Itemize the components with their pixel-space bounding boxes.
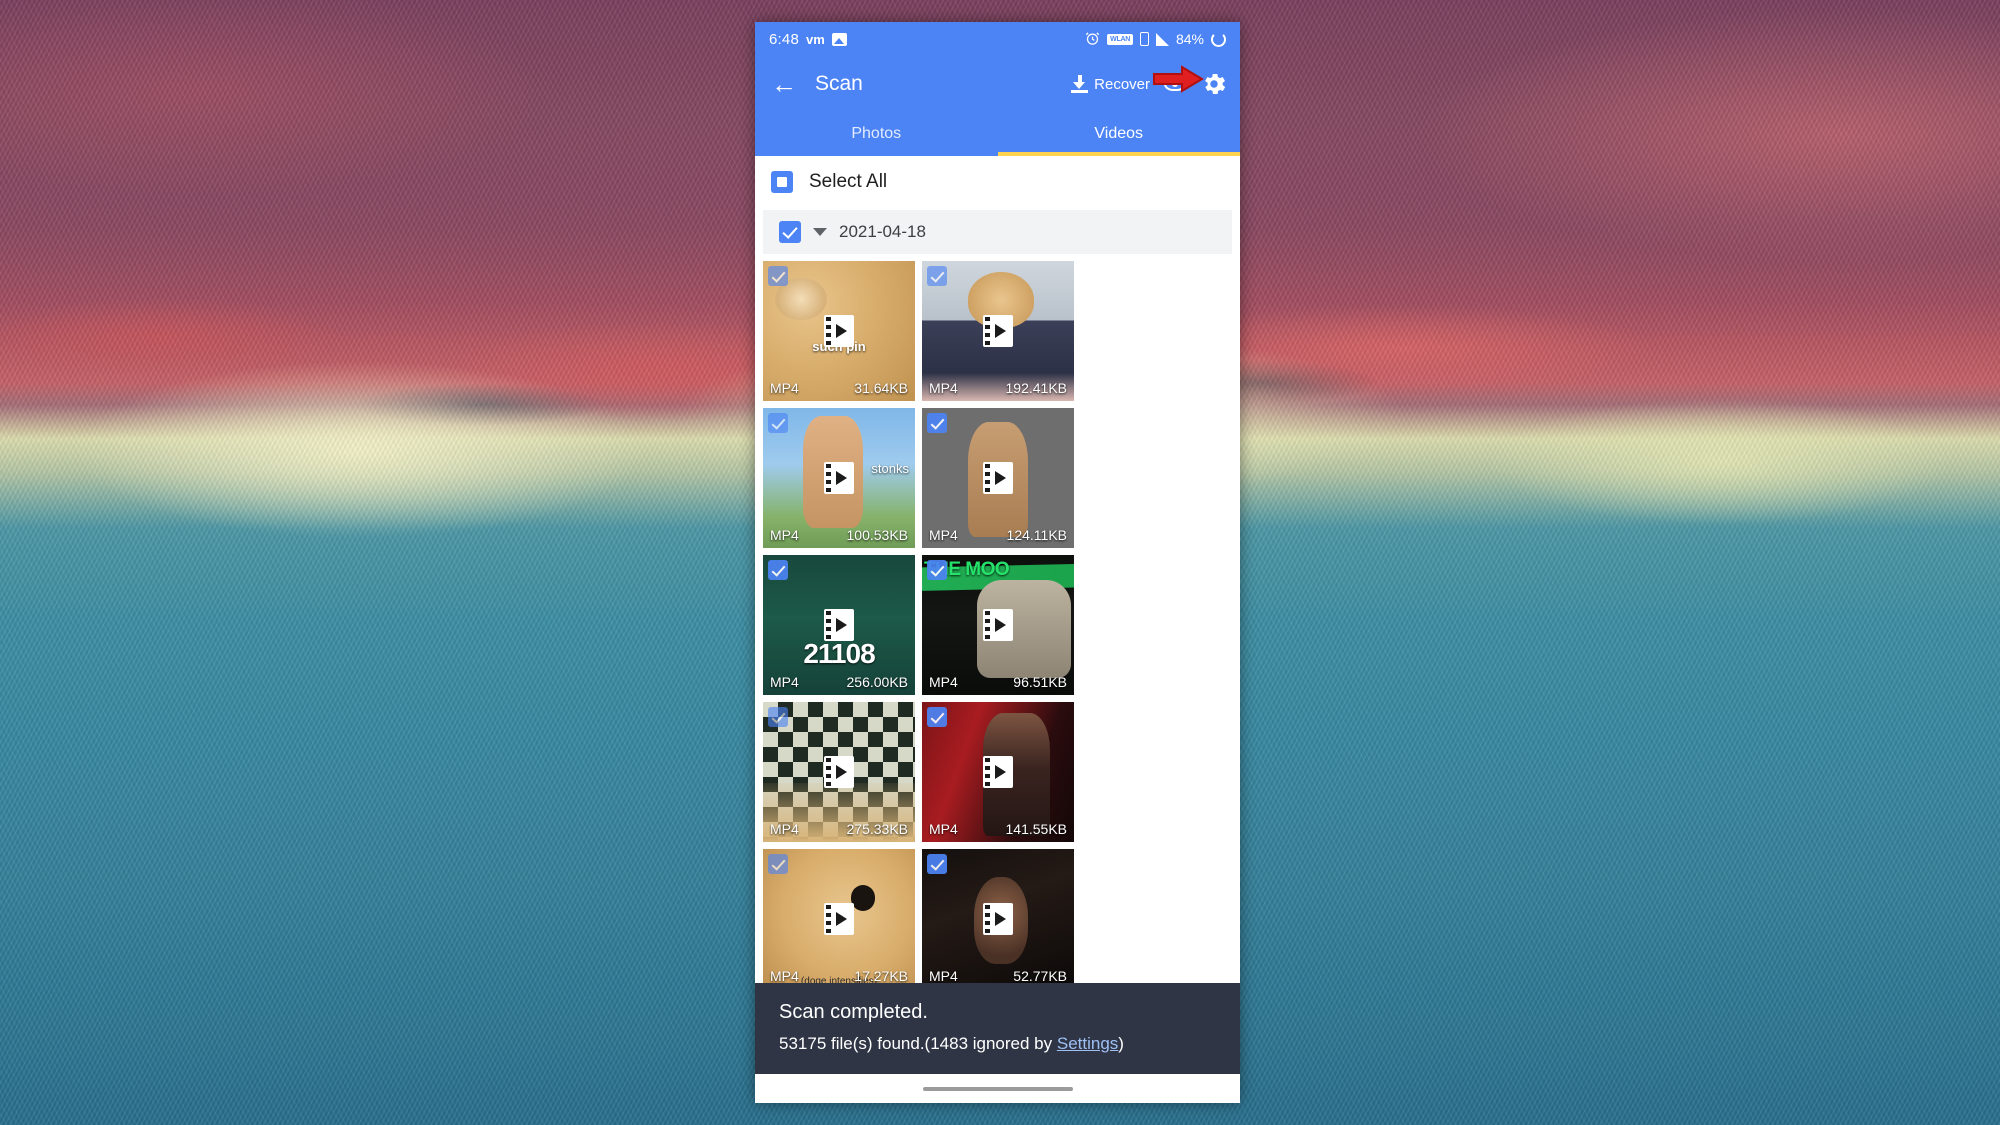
video-play-icon — [824, 315, 854, 347]
file-format: MP4 — [770, 968, 799, 984]
file-format: MP4 — [770, 821, 799, 837]
file-size: 17.27KB — [854, 968, 908, 984]
file-size: 256.00KB — [846, 674, 909, 690]
video-play-icon — [983, 462, 1013, 494]
video-play-icon — [983, 756, 1013, 788]
tab-videos[interactable]: Videos — [997, 112, 1241, 156]
thumbnail-checkbox[interactable] — [927, 413, 947, 433]
file-size: 31.64KB — [854, 380, 908, 396]
thumbnail-checkbox[interactable] — [927, 854, 947, 874]
toast-title: Scan completed. — [779, 1001, 928, 1023]
thumbnail-checkbox[interactable] — [768, 560, 788, 580]
thumbnail-overlay-text: stonks — [871, 461, 909, 477]
gesture-pill[interactable] — [922, 1086, 1073, 1091]
battery-rotating-icon — [1211, 31, 1226, 47]
alarm-icon — [1085, 31, 1100, 48]
thumbnail-checkbox[interactable] — [768, 854, 788, 874]
file-format: MP4 — [929, 380, 958, 396]
video-thumbnail[interactable]: MP4 192.41KB — [922, 261, 1074, 401]
download-icon — [1071, 75, 1089, 93]
video-thumbnail[interactable]: MP4 124.11KB — [922, 408, 1074, 548]
video-thumbnail[interactable]: MP4 275.33KB — [763, 702, 915, 842]
select-all-checkbox[interactable] — [771, 171, 793, 193]
date-group-checkbox[interactable] — [779, 221, 801, 243]
tab-photos-label: Photos — [851, 125, 902, 142]
date-group-label: 2021-04-18 — [839, 222, 926, 241]
thumbnail-checkbox[interactable] — [768, 413, 788, 433]
thumbnail-checkbox[interactable] — [927, 266, 947, 286]
video-play-icon — [824, 609, 854, 641]
video-play-icon — [983, 609, 1013, 641]
video-thumbnail[interactable]: 21108 MP4 256.00KB — [763, 555, 915, 695]
toast-message-prefix: 53175 file(s) found.(1483 ignored by — [779, 1034, 1057, 1053]
video-grid-group-1: such pin MP4 31.64KB MP4 192.41KB stonks — [755, 254, 1240, 993]
signal-icon — [1155, 32, 1169, 46]
video-thumbnail[interactable]: THE MOO MP4 96.51KB — [922, 555, 1074, 695]
file-format: MP4 — [770, 527, 799, 543]
navigation-bar — [755, 1074, 1240, 1103]
video-thumbnail[interactable]: MP4 52.77KB — [922, 849, 1074, 989]
image-icon — [831, 32, 847, 46]
wifi-icon: WLAN — [1107, 33, 1133, 45]
page-title: Scan — [815, 72, 863, 95]
thumbnail-overlay-text: 21108 — [803, 637, 875, 669]
file-size: 141.55KB — [1005, 821, 1068, 837]
video-play-icon — [983, 315, 1013, 347]
toast-notification: Scan completed. 53175 file(s) found.(148… — [755, 983, 1240, 1074]
tab-photos[interactable]: Photos — [755, 112, 998, 156]
file-format: MP4 — [929, 821, 958, 837]
tab-bar: Photos Videos — [755, 112, 1240, 156]
phone-screen: 6:48 vm WLAN 84% ← Scan Recover Photos V… — [755, 22, 1240, 1103]
file-format: MP4 — [929, 527, 958, 543]
video-thumbnail[interactable]: stonks MP4 100.53KB — [763, 408, 915, 548]
file-size: 96.51KB — [1013, 674, 1067, 690]
thumbnail-checkbox[interactable] — [927, 560, 947, 580]
app-bar: ← Scan Recover — [755, 56, 1240, 112]
file-format: MP4 — [770, 674, 799, 690]
select-all-row[interactable]: Select All — [755, 156, 1240, 208]
select-all-label: Select All — [809, 171, 888, 192]
video-thumbnail[interactable]: MP4 17.27KB (doge intensifies) — [763, 849, 915, 989]
toast-message-suffix: ) — [1118, 1034, 1124, 1053]
status-bar-vm-label: vm — [806, 31, 825, 47]
file-format: MP4 — [770, 380, 799, 396]
tab-videos-label: Videos — [1094, 125, 1144, 142]
thumbnail-checkbox[interactable] — [927, 707, 947, 727]
gear-icon[interactable] — [1200, 70, 1228, 98]
thumbnail-checkbox[interactable] — [768, 707, 788, 727]
video-thumbnail[interactable]: such pin MP4 31.64KB — [763, 261, 915, 401]
recover-label: Recover — [1094, 75, 1150, 93]
thumbnail-checkbox[interactable] — [768, 266, 788, 286]
file-size: 275.33KB — [846, 821, 909, 837]
file-size: 52.77KB — [1013, 968, 1067, 984]
file-size: 124.11KB — [1006, 527, 1067, 543]
video-play-icon — [824, 756, 854, 788]
settings-link[interactable]: Settings — [1057, 1034, 1118, 1053]
status-bar: 6:48 vm WLAN 84% — [755, 22, 1240, 56]
video-play-icon — [824, 462, 854, 494]
video-play-icon — [824, 903, 854, 935]
status-bar-time: 6:48 — [769, 30, 799, 48]
recover-button[interactable]: Recover — [1071, 75, 1150, 93]
file-format: MP4 — [929, 674, 958, 690]
chevron-down-icon[interactable] — [813, 228, 827, 236]
back-arrow-icon[interactable]: ← — [767, 71, 801, 97]
file-size: 192.41KB — [1005, 380, 1068, 396]
video-thumbnail[interactable]: MP4 141.55KB — [922, 702, 1074, 842]
date-group-header[interactable]: 2021-04-18 — [763, 210, 1232, 254]
content-scroll-area[interactable]: Select All 2021-04-18 such pin MP4 31.64… — [755, 156, 1240, 1103]
file-format: MP4 — [929, 968, 958, 984]
file-size: 100.53KB — [846, 527, 909, 543]
vibrate-icon — [1139, 32, 1149, 46]
video-play-icon — [983, 903, 1013, 935]
battery-percent: 84% — [1175, 31, 1204, 47]
toast-message: 53175 file(s) found.(1483 ignored by Set… — [779, 1034, 1216, 1054]
eye-icon[interactable] — [1164, 77, 1186, 91]
